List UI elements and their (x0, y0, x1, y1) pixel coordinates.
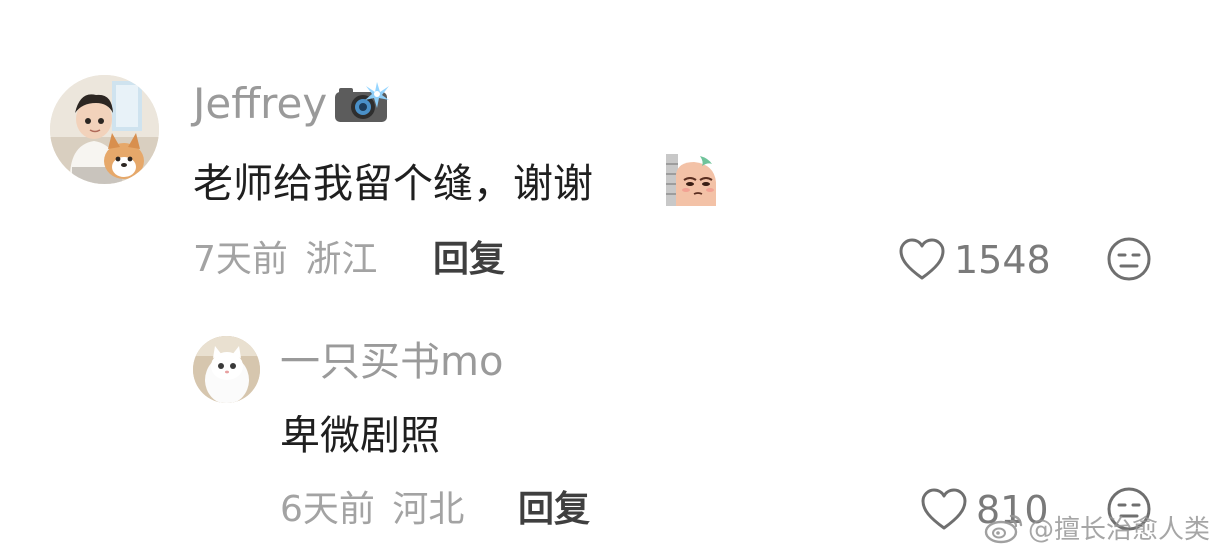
comment-text: 老师给我留个缝，谢谢 (193, 156, 593, 212)
avatar-white-cat-image (193, 336, 260, 403)
like-count: 1548 (954, 238, 1051, 282)
heart-icon (920, 488, 968, 532)
comment-username[interactable]: 一只买书mo (280, 334, 503, 390)
comment-text: 卑微剧照 (280, 408, 440, 464)
avatar[interactable] (193, 336, 260, 403)
watermark-text: @擅长治愈人类 (1027, 515, 1210, 545)
reply-button[interactable]: 回复 (518, 486, 590, 534)
reply-button[interactable]: 回复 (433, 236, 505, 284)
like-button[interactable]: 1548 (898, 234, 1051, 286)
reply-label: 回复 (518, 489, 591, 530)
comment-text-content: 卑微剧照 (280, 413, 440, 459)
comment-item: Jeffrey 老师给我留个缝，谢谢 7天前 浙江 回复 1548 (0, 0, 1224, 300)
comment-thread: Jeffrey 老师给我留个缝，谢谢 7天前 浙江 回复 1548 一只买书mo… (0, 0, 1224, 554)
comment-time: 6天前 (280, 489, 375, 530)
comment-text-content: 老师给我留个缝，谢谢 (193, 161, 593, 207)
comment-location: 浙江 (305, 239, 378, 280)
comment-meta: 7天前 浙江 (193, 236, 377, 284)
dislike-button[interactable] (1106, 236, 1152, 282)
comment-username[interactable]: Jeffrey (193, 76, 327, 132)
heart-icon (898, 238, 946, 282)
comment-location: 河北 (392, 489, 465, 530)
camera-flash-icon (333, 80, 389, 124)
username-text: Jeffrey (193, 79, 328, 128)
weibo-logo-icon (984, 512, 1024, 544)
reply-label: 回复 (433, 239, 506, 280)
comment-meta: 6天前 河北 (280, 486, 464, 534)
neutral-face-icon (1107, 237, 1151, 281)
username-text: 一只买书mo (280, 339, 504, 385)
comment-time: 7天前 (193, 239, 288, 280)
watermark: @擅长治愈人类 (984, 509, 1210, 546)
avatar[interactable] (50, 75, 159, 184)
avatar-boy-dog-image (50, 75, 159, 184)
peeking-sausage-sticker-icon (664, 152, 722, 208)
